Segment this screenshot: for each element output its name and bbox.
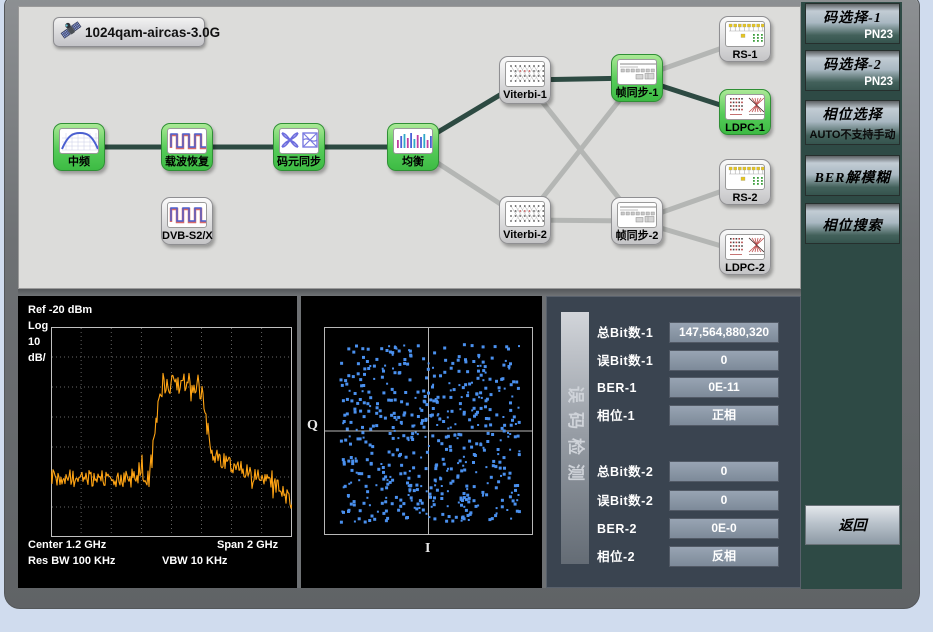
error-bits-2-value: 0 <box>669 490 779 511</box>
ber-row: 误Bit数-1 0 <box>547 350 802 372</box>
total-bits-2-label: 总Bit数-2 <box>597 461 653 483</box>
rs-codec-icon <box>725 21 765 47</box>
node-label: 载波恢复 <box>162 154 212 171</box>
frame-sync-icon <box>617 202 657 228</box>
phase-1-label: 相位-1 <box>597 405 635 427</box>
node-frame-sync-2[interactable]: 帧同步-2 <box>611 197 663 245</box>
ldpc-graph-icon <box>725 234 765 260</box>
node-carrier-recovery[interactable]: 载波恢复 <box>161 123 213 171</box>
spectrum-shape-icon <box>59 128 99 154</box>
signal-title-label: 1024qam-aircas-3.0G <box>85 25 220 40</box>
ber-deambiguity-button[interactable]: BER解模糊 <box>805 155 900 196</box>
spectrum-scale-label: 10 <box>28 336 40 348</box>
node-rs-1[interactable]: RS-1 <box>719 16 771 62</box>
node-label: 均衡 <box>388 154 438 171</box>
square-wave-icon <box>167 202 207 228</box>
node-label: LDPC-1 <box>720 120 770 137</box>
ber-row: BER-1 0E-11 <box>547 377 802 399</box>
ber-1-value: 0E-11 <box>669 377 779 398</box>
button-label: 返回 <box>806 506 899 535</box>
phase-1-value: 正相 <box>669 405 779 426</box>
error-bits-1-label: 误Bit数-1 <box>597 350 653 372</box>
trellis-icon <box>505 201 545 227</box>
button-label: 相位搜索 <box>806 204 899 235</box>
node-viterbi-1[interactable]: Viterbi-1 <box>499 56 551 104</box>
phase-search-button[interactable]: 相位搜索 <box>805 203 900 244</box>
square-wave-icon <box>167 128 207 154</box>
ber-row: 总Bit数-2 0 <box>547 461 802 483</box>
error-bits-1-value: 0 <box>669 350 779 371</box>
right-sidebar: 码选择-1 PN23 码选择-2 PN23 相位选择 AUTO不支持手动 BER… <box>801 2 902 589</box>
button-value: PN23 <box>806 29 899 41</box>
ber-row: 总Bit数-1 147,564,880,320 <box>547 322 802 344</box>
phase-select-button[interactable]: 相位选择 AUTO不支持手动 <box>805 100 900 145</box>
total-bits-1-label: 总Bit数-1 <box>597 322 653 344</box>
node-label: RS-2 <box>720 190 770 207</box>
node-label: DVB-S2/X <box>162 228 212 245</box>
button-value: PN23 <box>806 76 899 88</box>
spectrum-center-label: Center 1.2 GHz <box>28 539 106 551</box>
total-bits-2-value: 0 <box>669 461 779 482</box>
node-label: 中频 <box>54 154 104 171</box>
error-bits-2-label: 误Bit数-2 <box>597 490 653 512</box>
code-select-1-button[interactable]: 码选择-1 PN23 <box>805 3 900 44</box>
eye-diagram-icon <box>279 128 319 154</box>
spectrum-rbw-label: Res BW 100 KHz <box>28 555 115 567</box>
spectrum-unit-label: dB/ <box>28 352 46 364</box>
signal-title-button[interactable]: 1024qam-aircas-3.0G <box>53 17 205 47</box>
node-label: 帧同步-1 <box>612 85 662 102</box>
spectrum-ref-label: Ref -20 dBm <box>28 304 92 316</box>
spectrum-vbw-label: VBW 10 KHz <box>162 555 227 567</box>
button-label: 相位选择 <box>806 101 899 124</box>
button-value: AUTO不支持手动 <box>806 126 899 142</box>
ber-readout-panel: 误码检测 总Bit数-1 147,564,880,320 误Bit数-1 0 B… <box>546 296 801 588</box>
code-select-2-button[interactable]: 码选择-2 PN23 <box>805 50 900 91</box>
rs-codec-icon <box>725 164 765 190</box>
ber-row: BER-2 0E-0 <box>547 518 802 540</box>
i-axis-label: I <box>425 541 430 557</box>
node-label: Viterbi-1 <box>500 87 550 104</box>
bottom-region: Ref -20 dBm Log 10 dB/ Center 1.2 GHz Sp… <box>18 296 801 588</box>
button-label: 码选择-2 <box>806 51 899 74</box>
back-button[interactable]: 返回 <box>805 505 900 545</box>
node-ldpc-2[interactable]: LDPC-2 <box>719 229 771 275</box>
button-label: 码选择-1 <box>806 4 899 27</box>
node-viterbi-2[interactable]: Viterbi-2 <box>499 196 551 244</box>
q-axis-label: Q <box>307 418 318 434</box>
ber-2-value: 0E-0 <box>669 518 779 539</box>
phase-2-label: 相位-2 <box>597 546 635 568</box>
node-symbol-sync[interactable]: 码元同步 <box>273 123 325 171</box>
node-rs-2[interactable]: RS-2 <box>719 159 771 205</box>
satellite-icon <box>60 19 82 46</box>
phase-2-value: 反相 <box>669 546 779 567</box>
ber-row: 相位-1 正相 <box>547 405 802 427</box>
horizontal-divider <box>18 289 801 296</box>
ber-2-label: BER-2 <box>597 518 637 540</box>
node-dvb-s2x[interactable]: DVB-S2/X <box>161 197 213 245</box>
node-label: RS-1 <box>720 47 770 64</box>
node-ldpc-1[interactable]: LDPC-1 <box>719 89 771 135</box>
node-frame-sync-1[interactable]: 帧同步-1 <box>611 54 663 102</box>
node-if[interactable]: 中频 <box>53 123 105 171</box>
node-equalizer[interactable]: 均衡 <box>387 123 439 171</box>
node-label: LDPC-2 <box>720 260 770 277</box>
node-label: 码元同步 <box>274 154 324 171</box>
ber-1-label: BER-1 <box>597 377 637 399</box>
spectrum-log-label: Log <box>28 320 48 332</box>
ber-row: 相位-2 反相 <box>547 546 802 568</box>
spectrum-span-label: Span 2 GHz <box>217 539 278 551</box>
frame-sync-icon <box>617 59 657 85</box>
button-label: BER解模糊 <box>806 156 899 187</box>
ber-row: 误Bit数-2 0 <box>547 490 802 512</box>
spectrum-plot <box>51 327 292 537</box>
panel-divider <box>297 296 301 588</box>
node-label: Viterbi-2 <box>500 227 550 244</box>
node-label: 帧同步-2 <box>612 228 662 245</box>
equalizer-bars-icon <box>393 128 433 154</box>
constellation-plot <box>324 327 533 535</box>
flow-diagram-panel: 1024qam-aircas-3.0G 中频 载波恢复 码元同步 <box>18 6 801 289</box>
total-bits-1-value: 147,564,880,320 <box>669 322 779 343</box>
ldpc-graph-icon <box>725 94 765 120</box>
trellis-icon <box>505 61 545 87</box>
